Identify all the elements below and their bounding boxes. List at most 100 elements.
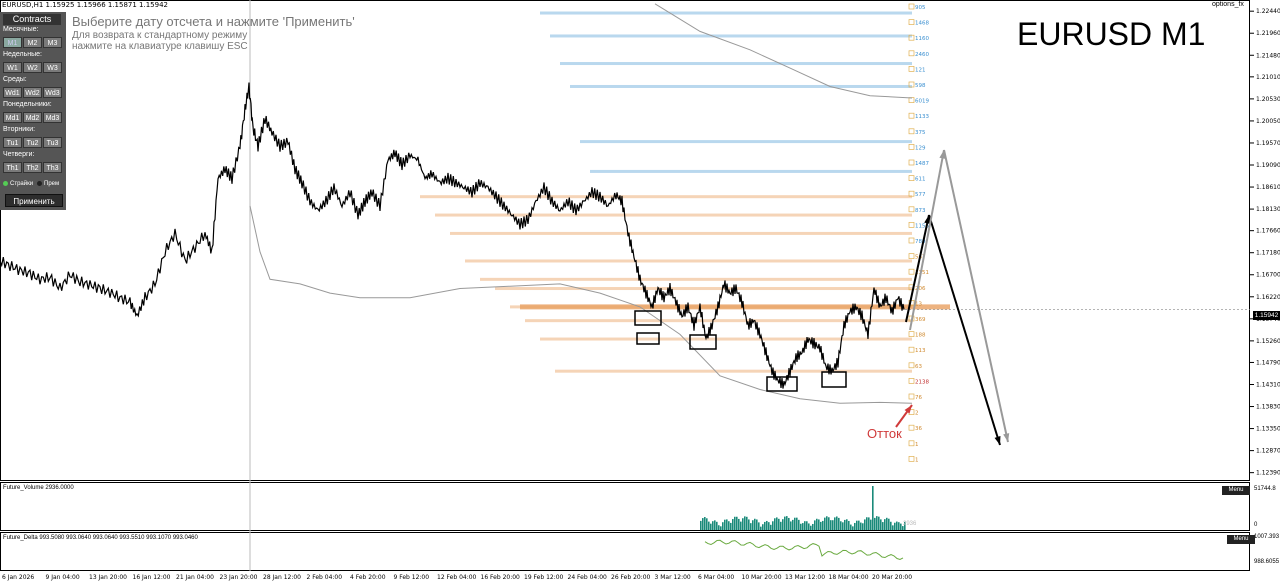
put-strike-bar bbox=[525, 319, 912, 323]
volume-bar bbox=[724, 519, 726, 530]
volume-bar bbox=[744, 516, 746, 530]
volume-bar bbox=[846, 519, 848, 530]
contract-button-th2[interactable]: Th2 bbox=[23, 162, 42, 173]
strike-label: 369 bbox=[915, 317, 926, 323]
volume-bar bbox=[700, 520, 702, 530]
y-tick-label: 1.16700 bbox=[1256, 272, 1280, 279]
contract-button-m1[interactable]: M1 bbox=[3, 37, 22, 48]
group-label: Среды: bbox=[3, 76, 27, 83]
radio-premium[interactable]: Прем bbox=[37, 181, 59, 187]
volume-bar bbox=[782, 519, 784, 530]
volume-bar bbox=[890, 521, 892, 530]
contract-button-md3[interactable]: Md3 bbox=[43, 112, 62, 123]
x-tick-label: 23 Jan 20:00 bbox=[220, 574, 258, 581]
volume-bar bbox=[804, 521, 806, 530]
volume-bar bbox=[874, 517, 876, 530]
y-tick-label: 1.12870 bbox=[1256, 448, 1280, 455]
delta-ymin-label: 988.6055 bbox=[1254, 559, 1280, 565]
volume-bar bbox=[848, 520, 850, 530]
contract-button-tu1[interactable]: Tu1 bbox=[3, 137, 22, 148]
x-tick-label: 20 Mar 20:00 bbox=[872, 574, 912, 581]
contract-button-m2[interactable]: M2 bbox=[23, 37, 42, 48]
watermark: EURUSD M1 bbox=[1017, 16, 1206, 52]
strike-marker bbox=[908, 222, 915, 228]
strike-marker bbox=[908, 440, 915, 447]
volume-bar bbox=[752, 520, 754, 530]
price-line bbox=[0, 82, 905, 389]
call-strike-bar bbox=[560, 62, 912, 66]
y-tick-label: 1.21480 bbox=[1256, 52, 1280, 59]
contract-button-w1[interactable]: W1 bbox=[3, 62, 22, 73]
apply-button[interactable]: Применить bbox=[5, 194, 63, 207]
volume-bar bbox=[872, 486, 874, 530]
volume-menu-button[interactable]: Menu bbox=[1222, 486, 1250, 495]
contract-button-md1[interactable]: Md1 bbox=[3, 112, 22, 123]
put-strike-bar bbox=[480, 277, 912, 281]
volume-bar bbox=[788, 517, 790, 530]
volume-bar bbox=[754, 518, 756, 530]
volume-bar bbox=[820, 521, 822, 530]
volume-bar bbox=[720, 526, 722, 530]
y-tick-label: 1.14790 bbox=[1256, 359, 1280, 366]
strike-marker bbox=[908, 253, 915, 259]
volume-bar bbox=[876, 516, 878, 530]
delta-menu-button[interactable]: Menu bbox=[1227, 535, 1255, 544]
radio-strikes[interactable]: Страйки bbox=[3, 181, 33, 187]
volume-bar bbox=[830, 520, 832, 530]
volume-bar bbox=[770, 524, 772, 530]
contract-button-w3[interactable]: W3 bbox=[43, 62, 62, 73]
x-tick-label: 18 Mar 04:00 bbox=[829, 574, 869, 581]
strike-label: 1160 bbox=[915, 36, 929, 42]
volume-bar bbox=[728, 521, 730, 530]
contract-button-m3[interactable]: M3 bbox=[43, 37, 62, 48]
group-label: Месячные: bbox=[3, 26, 39, 33]
ottok-label: Отток bbox=[867, 426, 902, 441]
group-label: Недельные: bbox=[3, 51, 43, 58]
call-strike-bar bbox=[570, 84, 912, 88]
contract-button-wd2[interactable]: Wd2 bbox=[23, 87, 42, 98]
strike-marker bbox=[908, 378, 915, 384]
volume-bar bbox=[836, 516, 838, 530]
contract-button-th3[interactable]: Th3 bbox=[43, 162, 62, 173]
contract-button-wd3[interactable]: Wd3 bbox=[43, 87, 62, 98]
strike-marker bbox=[908, 237, 915, 244]
strike-label: 2 bbox=[915, 411, 919, 417]
volume-bar bbox=[766, 520, 768, 530]
contract-button-tu2[interactable]: Tu2 bbox=[23, 137, 42, 148]
volume-bar bbox=[702, 518, 704, 530]
volume-bar bbox=[892, 525, 894, 530]
contract-button-wd1[interactable]: Wd1 bbox=[3, 87, 22, 98]
volume-bar bbox=[816, 518, 818, 530]
contract-button-th1[interactable]: Th1 bbox=[3, 162, 22, 173]
y-tick-label: 1.21960 bbox=[1256, 30, 1280, 37]
x-tick-label: 6 Jan 2026 bbox=[2, 574, 34, 581]
low-box bbox=[689, 334, 717, 350]
volume-bar bbox=[832, 520, 834, 530]
main-plot-frame bbox=[0, 0, 1250, 481]
volume-bar bbox=[896, 521, 898, 530]
volume-bar bbox=[802, 523, 804, 530]
volume-bar bbox=[864, 519, 866, 530]
volume-bar bbox=[858, 520, 860, 530]
volume-bar bbox=[852, 526, 854, 530]
delta-line bbox=[704, 539, 904, 561]
volume-bar bbox=[812, 523, 814, 530]
strike-label: 1 bbox=[915, 442, 919, 448]
delta-ymax-label: 1007.393 bbox=[1254, 534, 1280, 540]
strike-label: 375 bbox=[915, 130, 926, 136]
options-label[interactable]: options_fx bbox=[1212, 1, 1244, 8]
x-tick-label: 10 Mar 20:00 bbox=[742, 574, 782, 581]
strike-marker bbox=[908, 362, 915, 369]
contract-button-md2[interactable]: Md2 bbox=[23, 112, 42, 123]
delta-panel-title: Future_Delta 993.5080 993.0640 993.0640 … bbox=[3, 535, 198, 541]
volume-bar bbox=[714, 520, 716, 530]
contract-button-tu3[interactable]: Tu3 bbox=[43, 137, 62, 148]
volume-bar bbox=[736, 516, 738, 530]
call-strike-bar bbox=[550, 34, 912, 38]
volume-bar bbox=[738, 518, 740, 530]
contract-button-w2[interactable]: W2 bbox=[23, 62, 42, 73]
volume-bar bbox=[774, 518, 776, 530]
volume-bar bbox=[798, 519, 800, 530]
strike-marker bbox=[908, 268, 915, 275]
max-put-strike-bar bbox=[520, 304, 950, 310]
